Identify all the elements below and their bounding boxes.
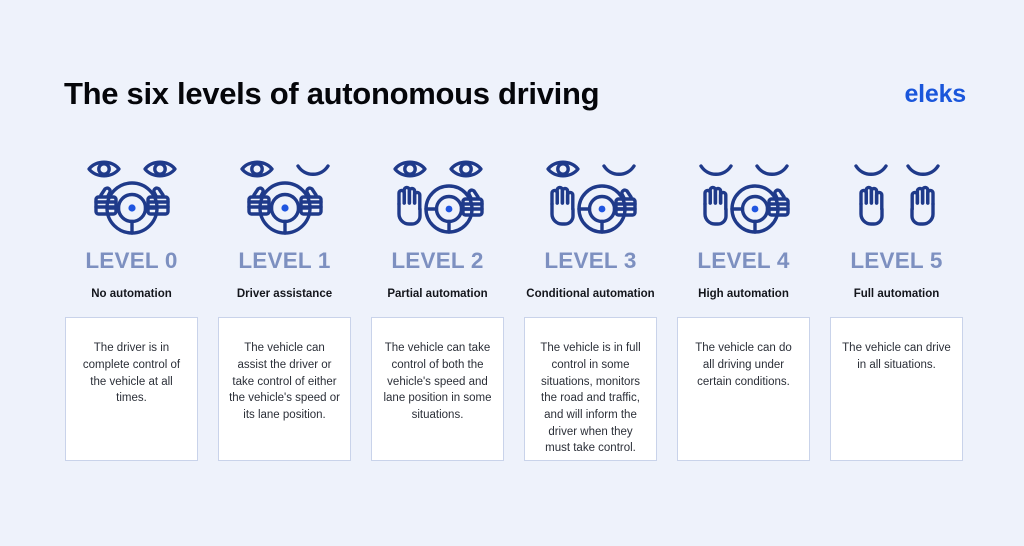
level-label: LEVEL 1 (238, 248, 331, 273)
eleks-logo: eleks (904, 79, 966, 108)
level-description: The vehicle can assist the driver or tak… (229, 342, 340, 421)
level-label: LEVEL 3 (544, 248, 637, 273)
level-name: Partial automation (387, 287, 488, 300)
level-label: LEVEL 2 (391, 248, 484, 273)
infographic-page: The six levels of autonomous driving ele… (0, 0, 1024, 546)
level-description-card: The vehicle can drive in all situations. (830, 317, 963, 462)
page-title: The six levels of autonomous driving (64, 76, 600, 111)
level-name: Driver assistance (236, 287, 333, 300)
page-header: The six levels of autonomous driving ele… (64, 66, 966, 122)
levels-row: LEVEL 0 No automation The driver is in c… (64, 152, 964, 462)
level-card-1: LEVEL 1 Driver assistance The vehicle ca… (217, 152, 352, 462)
level-name: High automation (698, 287, 789, 300)
level-description: The vehicle can take control of both the… (383, 342, 492, 421)
level-description-card: The vehicle can do all driving under cer… (677, 317, 810, 462)
level-card-4: LEVEL 4 High automation The vehicle can … (676, 152, 811, 462)
level-description: The vehicle can do all driving under cer… (695, 342, 792, 388)
level-card-2: LEVEL 2 Partial automation The vehicle c… (370, 152, 505, 462)
level-label: LEVEL 4 (697, 248, 790, 273)
level-name: Full automation (853, 287, 940, 300)
eyes-closed-one-hand-off-wheel-icon (676, 152, 811, 238)
level-name: No automation (91, 287, 172, 300)
level-description-card: The vehicle is in full control in some s… (524, 317, 657, 462)
eyes-open-both-hands-on-wheel-icon (64, 152, 199, 238)
eyes-open-one-hand-off-wheel-icon (370, 152, 505, 238)
level-name: Conditional automation (526, 287, 655, 300)
level-label: LEVEL 5 (850, 248, 943, 273)
level-description: The driver is in complete control of the… (82, 342, 181, 405)
one-eye-open-one-hand-off-wheel-icon (523, 152, 658, 238)
level-description-card: The driver is in complete control of the… (65, 317, 198, 462)
level-card-3: LEVEL 3 Conditional automation The vehic… (523, 152, 658, 462)
level-card-0: LEVEL 0 No automation The driver is in c… (64, 152, 199, 462)
level-description: The vehicle is in full control in some s… (540, 342, 641, 455)
level-description-card: The vehicle can take control of both the… (371, 317, 504, 462)
level-card-5: LEVEL 5 Full automation The vehicle can … (829, 152, 964, 462)
level-description: The vehicle can drive in all situations. (842, 342, 951, 371)
level-label: LEVEL 0 (85, 248, 178, 273)
eyes-closed-both-hands-off-icon (829, 152, 964, 238)
one-eye-open-both-hands-on-wheel-icon (217, 152, 352, 238)
level-description-card: The vehicle can assist the driver or tak… (218, 317, 351, 462)
